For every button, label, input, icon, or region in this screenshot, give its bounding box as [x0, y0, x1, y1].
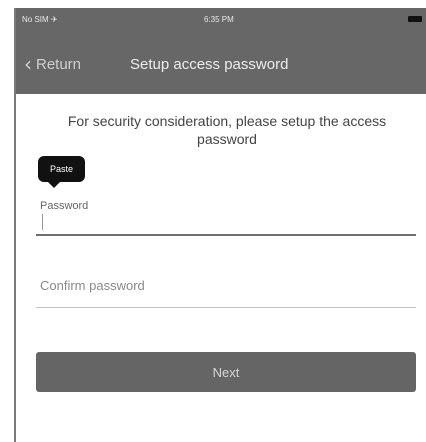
battery-icon — [408, 16, 422, 22]
password-underline — [36, 234, 416, 236]
confirm-password-field[interactable]: Confirm password — [36, 272, 416, 308]
carrier-label: No SIM ✈ — [22, 15, 58, 24]
clock: 6:35 PM — [204, 15, 234, 24]
password-label: Password — [40, 200, 89, 212]
confirm-password-placeholder: Confirm password — [40, 278, 145, 293]
password-field[interactable]: Password — [36, 200, 416, 236]
back-label: Return — [36, 55, 82, 73]
page-title: Setup access password — [130, 56, 289, 73]
status-bar: No SIM ✈ 6:35 PM — [16, 8, 426, 32]
text-cursor — [42, 214, 43, 230]
navigation-bar: ‹ Return Setup access password — [16, 32, 426, 94]
app-screen: No SIM ✈ 6:35 PM ‹ Return Setup access p… — [14, 8, 426, 442]
back-button[interactable]: ‹ Return — [24, 54, 81, 74]
next-button[interactable]: Next — [36, 352, 416, 392]
paste-menu-item[interactable]: Paste — [38, 156, 86, 188]
chevron-left-icon: ‹ — [24, 52, 32, 76]
confirm-underline — [36, 307, 416, 308]
instruction-text: For security consideration, please setup… — [67, 113, 387, 147]
